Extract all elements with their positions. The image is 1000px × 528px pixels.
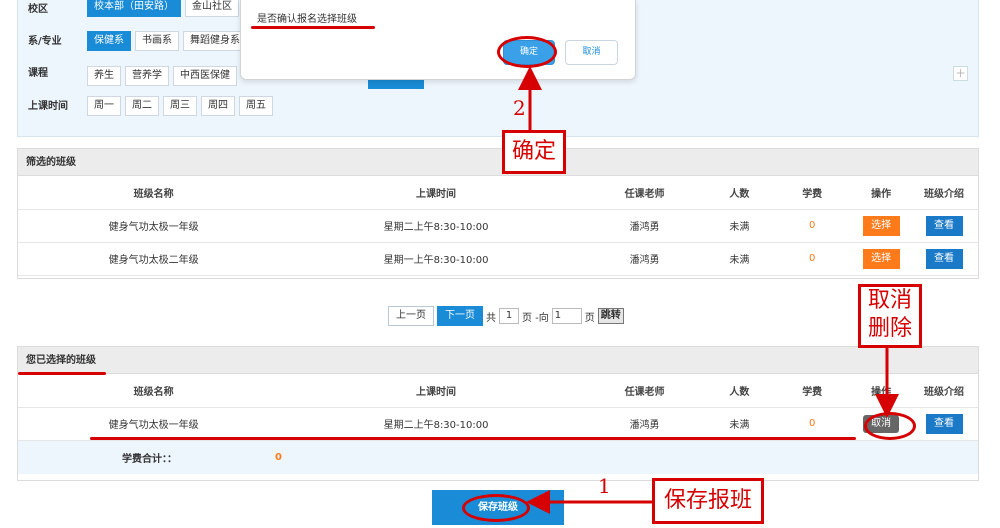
annotation-step2-label: 确定 xyxy=(502,130,566,174)
table-row: 健身气功太极一年级 星期二上午8:30-10:00 潘鸿勇 未满 0 选择 查看 xyxy=(18,209,978,243)
course-option-nutrition[interactable]: 营养学 xyxy=(125,66,169,86)
time-option-fri[interactable]: 周五 xyxy=(239,96,273,116)
filtered-classes-title: 筛选的班级 xyxy=(18,149,978,176)
view-button[interactable]: 查看 xyxy=(925,413,963,434)
time-option-tue[interactable]: 周二 xyxy=(125,96,159,116)
col-class-time: 上课时间 xyxy=(289,176,583,210)
goto-page-input[interactable]: 1 xyxy=(551,308,582,324)
select-button[interactable]: 选择 xyxy=(862,248,900,269)
selected-classes-table: 班级名称 上课时间 任课老师 人数 学费 操作 班级介绍 健身气功太极一年级 星… xyxy=(18,374,978,441)
annotation-step1-label: 保存报班 xyxy=(652,478,764,524)
department-option-health[interactable]: 保健系 xyxy=(87,31,131,51)
department-option-dance[interactable]: 舞蹈健身系 xyxy=(183,31,247,51)
campus-option-main[interactable]: 校本部（田安路） xyxy=(87,0,181,17)
class-fee: 0 xyxy=(772,209,853,243)
annotation-remove-label: 取消 删除 xyxy=(858,284,922,348)
time-label: 上课时间 xyxy=(28,101,68,112)
fee-total-row: 学费合计：： 0 xyxy=(18,440,978,474)
view-button[interactable]: 查看 xyxy=(925,215,963,236)
annotation-underline-selected-row xyxy=(90,437,856,440)
select-button[interactable]: 选择 xyxy=(862,215,900,236)
annotation-remove-line1: 取消 xyxy=(867,288,912,313)
table-header-row: 班级名称 上课时间 任课老师 人数 学费 操作 班级介绍 xyxy=(18,176,978,210)
time-option-mon[interactable]: 周一 xyxy=(87,96,121,116)
course-label: 课程 xyxy=(28,68,48,79)
class-name: 健身气功太极二年级 xyxy=(18,242,290,276)
col-detail: 班级介绍 xyxy=(910,176,978,210)
annotation-circle-remove xyxy=(864,412,916,440)
filtered-classes-table: 班级名称 上课时间 任课老师 人数 学费 操作 班级介绍 健身气功太极一年级 星… xyxy=(18,176,978,276)
class-teacher: 潘鸿勇 xyxy=(582,209,707,243)
time-option-thu[interactable]: 周四 xyxy=(201,96,235,116)
filtered-classes-section: 筛选的班级 班级名称 上课时间 任课老师 人数 学费 操作 班级介绍 健身气功太… xyxy=(17,148,979,279)
col-class-name: 班级名称 xyxy=(18,176,290,210)
class-fee: 0 xyxy=(772,242,853,276)
confirm-message: 是否确认报名选择班级 xyxy=(257,14,357,25)
campus-option-jinshan[interactable]: 金山社区 xyxy=(185,0,239,17)
view-button[interactable]: 查看 xyxy=(925,248,963,269)
annotation-remove-line2: 删除 xyxy=(867,316,912,341)
detail-cell: 查看 xyxy=(910,407,978,441)
class-name: 健身气功太极一年级 xyxy=(18,209,290,243)
action-cell: 选择 xyxy=(852,209,911,243)
prev-page-button[interactable]: 上一页 xyxy=(388,306,434,326)
class-count: 未满 xyxy=(706,242,773,276)
selected-classes-title: 您已选择的班级 xyxy=(18,347,978,374)
course-option-yangsheng[interactable]: 养生 xyxy=(87,66,121,86)
class-time: 星期一上午8:30-10:00 xyxy=(289,242,583,276)
detail-cell: 查看 xyxy=(910,242,978,276)
col-teacher: 任课老师 xyxy=(582,176,707,210)
action-cell: 选择 xyxy=(852,242,911,276)
cancel-button[interactable]: 取消 xyxy=(565,40,618,65)
class-teacher: 潘鸿勇 xyxy=(582,242,707,276)
campus-label: 校区 xyxy=(28,4,48,15)
jump-button[interactable]: 跳转 xyxy=(597,308,624,324)
total-pages: 1 xyxy=(499,308,519,324)
time-option-wed[interactable]: 周三 xyxy=(163,96,197,116)
annotation-underline-message xyxy=(251,26,375,29)
next-page-button[interactable]: 下一页 xyxy=(437,306,483,326)
expand-plus-icon[interactable]: + xyxy=(953,66,968,81)
class-fee: 0 xyxy=(772,407,853,441)
goto-suffix: 页 xyxy=(584,312,595,324)
col-teacher: 任课老师 xyxy=(582,374,707,408)
fee-total-value: 0 xyxy=(275,451,282,463)
col-action: 操作 xyxy=(852,176,911,210)
class-teacher: 潘鸿勇 xyxy=(582,407,707,441)
department-label: 系/专业 xyxy=(28,36,62,47)
col-detail: 班级介绍 xyxy=(910,374,978,408)
class-name: 健身气功太极一年级 xyxy=(18,407,290,441)
detail-cell: 查看 xyxy=(910,209,978,243)
col-count: 人数 xyxy=(706,374,773,408)
col-fee: 学费 xyxy=(772,176,853,210)
table-header-row: 班级名称 上课时间 任课老师 人数 学费 操作 班级介绍 xyxy=(18,374,978,408)
confirm-dialog: 是否确认报名选择班级 确定 取消 xyxy=(240,0,636,80)
col-class-name: 班级名称 xyxy=(18,374,290,408)
department-option-painting[interactable]: 书画系 xyxy=(135,31,179,51)
page-suffix: 页 -向 xyxy=(522,312,549,324)
col-fee: 学费 xyxy=(772,374,853,408)
pagination: 上一页 下一页 共 1 页 -向 1 页 跳转 xyxy=(388,306,624,326)
class-time: 星期二上午8:30-10:00 xyxy=(289,407,583,441)
col-class-time: 上课时间 xyxy=(289,374,583,408)
course-option-tcm[interactable]: 中西医保健 xyxy=(173,66,237,86)
selected-classes-section: 您已选择的班级 班级名称 上课时间 任课老师 人数 学费 操作 班级介绍 健身气… xyxy=(17,346,979,481)
col-count: 人数 xyxy=(706,176,773,210)
annotation-step2-number: 2 xyxy=(513,96,526,120)
annotation-circle-save xyxy=(462,494,530,522)
fee-total-label: 学费合计：： xyxy=(122,453,177,465)
table-row: 健身气功太极二年级 星期一上午8:30-10:00 潘鸿勇 未满 0 选择 查看 xyxy=(18,242,978,276)
class-count: 未满 xyxy=(706,407,773,441)
annotation-underline-selected-title xyxy=(18,372,106,375)
class-time: 星期二上午8:30-10:00 xyxy=(289,209,583,243)
class-count: 未满 xyxy=(706,209,773,243)
annotation-circle-confirm xyxy=(497,36,557,68)
annotation-step1-number: 1 xyxy=(598,474,611,498)
col-action: 操作 xyxy=(852,374,911,408)
total-prefix: 共 xyxy=(486,312,496,324)
table-row: 健身气功太极一年级 星期二上午8:30-10:00 潘鸿勇 未满 0 取消 查看 xyxy=(18,407,978,441)
